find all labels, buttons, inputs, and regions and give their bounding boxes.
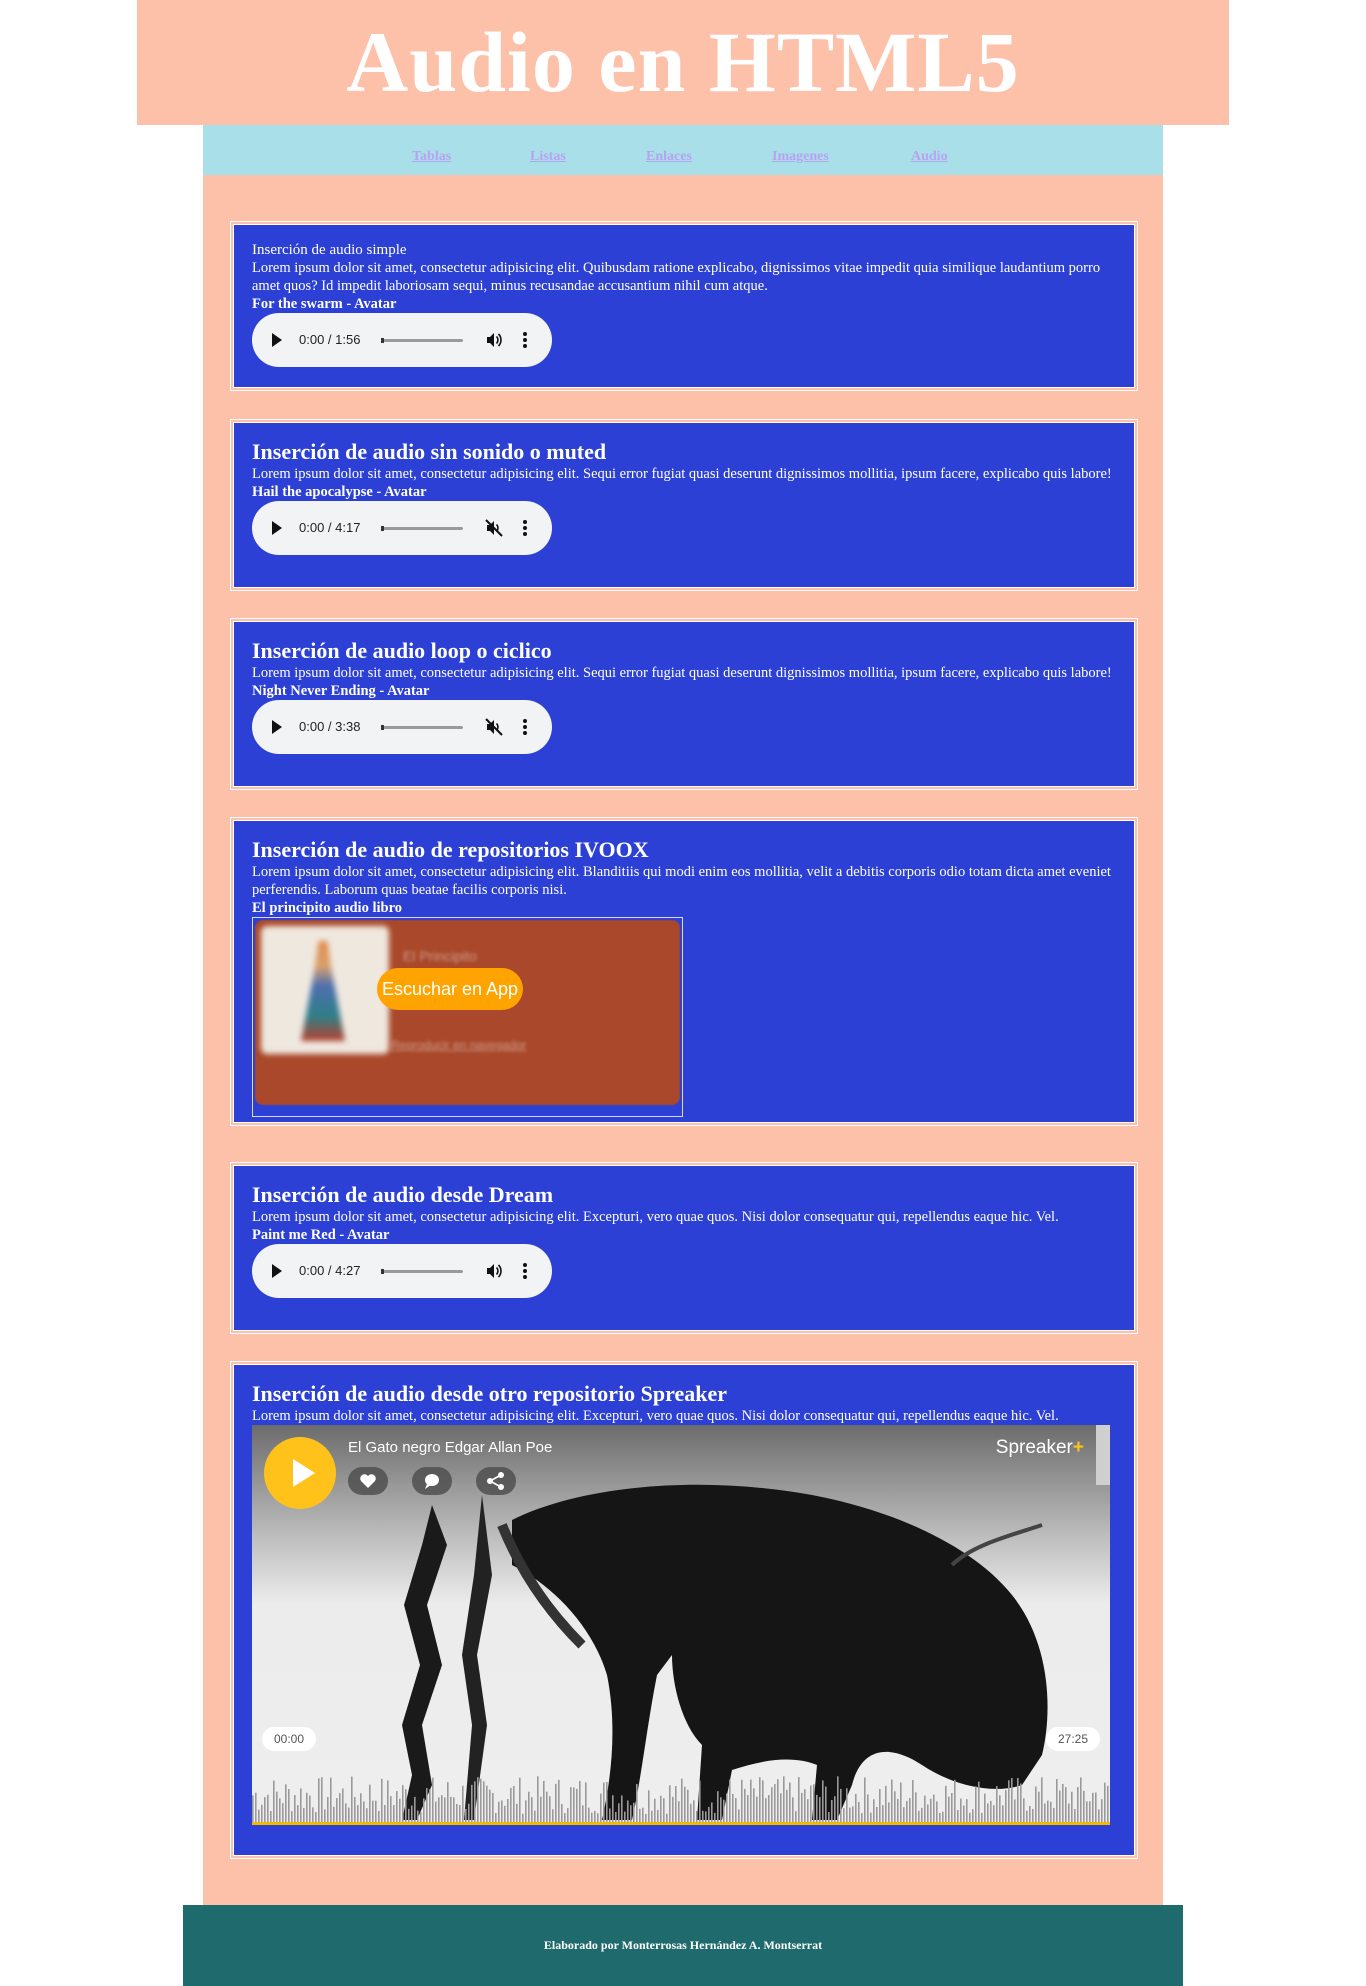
like-icon[interactable]	[348, 1467, 388, 1495]
progress-bar[interactable]	[381, 1269, 463, 1274]
nav-link-imagenes[interactable]: Imagenes	[772, 149, 829, 165]
section-text: Lorem ipsum dolor sit amet, consectetur …	[252, 665, 1112, 681]
share-icon[interactable]	[476, 1467, 516, 1495]
section-title: Inserción de audio simple	[252, 242, 407, 258]
top-nav: Tablas Listas Enlaces Imagenes Audio	[203, 125, 1163, 175]
page-header: Audio en HTML5	[137, 0, 1229, 125]
waveform[interactable]	[252, 1767, 1110, 1822]
muted-volume-icon[interactable]	[484, 518, 504, 538]
nav-link-tablas[interactable]: Tablas	[412, 149, 451, 165]
play-icon[interactable]	[272, 720, 282, 734]
audio-player[interactable]: 0:00 / 3:38	[252, 700, 552, 754]
section-title: Inserción de audio desde otro repositori…	[252, 1381, 728, 1406]
volume-icon[interactable]	[484, 330, 504, 350]
section-text: Lorem ipsum dolor sit amet, consectetur …	[252, 864, 1111, 898]
section-text: Lorem ipsum dolor sit amet, consectetur …	[252, 1209, 1059, 1225]
song-name: El principito audio libro	[252, 900, 403, 916]
nav-link-listas[interactable]: Listas	[530, 149, 566, 165]
footer-credit: Elaborado por Monterrosas Hernández A. M…	[543, 1938, 823, 1952]
main-content: Tablas Listas Enlaces Imagenes Audio Ins…	[203, 125, 1163, 1905]
nav-link-enlaces[interactable]: Enlaces	[646, 149, 692, 165]
section-audio-muted: Inserción de audio sin sonido o muted Lo…	[230, 419, 1138, 591]
section-audio-dream: Inserción de audio desde Dream Lorem ips…	[230, 1162, 1138, 1334]
section-title: Inserción de audio de repositorios IVOOX	[252, 837, 649, 862]
section-audio-simple: Inserción de audio simple Lorem ipsum do…	[230, 221, 1138, 391]
section-text: Lorem ipsum dolor sit amet, consectetur …	[252, 466, 1112, 482]
comment-icon[interactable]	[412, 1467, 452, 1495]
time-display: 0:00 / 1:56	[299, 332, 361, 347]
progress-bar[interactable]	[381, 338, 463, 343]
section-audio-spreaker: Inserción de audio desde otro repositori…	[230, 1361, 1138, 1859]
more-options-icon[interactable]	[523, 332, 527, 348]
listen-in-app-button[interactable]: Escuchar en App	[377, 968, 523, 1010]
page-title: Audio en HTML5	[346, 14, 1020, 110]
episode-title: El Gato negro Edgar Allan Poe	[348, 1439, 553, 1456]
time-display: 0:00 / 3:38	[299, 719, 361, 734]
page-footer: Elaborado por Monterrosas Hernández A. M…	[183, 1905, 1183, 1986]
play-icon[interactable]	[272, 333, 282, 347]
time-display: 0:00 / 4:27	[299, 1263, 361, 1278]
song-name: Night Never Ending - Avatar	[252, 683, 430, 699]
section-audio-ivoox: Inserción de audio de repositorios IVOOX…	[230, 817, 1138, 1126]
spreaker-logo[interactable]: Spreaker+	[996, 1437, 1084, 1459]
song-name: For the swarm - Avatar	[252, 296, 397, 312]
play-icon[interactable]	[272, 1264, 282, 1278]
more-options-icon[interactable]	[523, 1263, 527, 1279]
nav-link-audio[interactable]: Audio	[911, 149, 948, 165]
episode-title: El Principito	[403, 948, 477, 964]
side-tab[interactable]	[1096, 1425, 1110, 1485]
more-options-icon[interactable]	[523, 520, 527, 536]
audio-player[interactable]: 0:00 / 1:56	[252, 313, 552, 367]
audio-player[interactable]: 0:00 / 4:27	[252, 1244, 552, 1298]
more-options-icon[interactable]	[523, 719, 527, 735]
progress-bar[interactable]	[381, 725, 463, 730]
section-title: Inserción de audio desde Dream	[252, 1182, 554, 1207]
muted-volume-icon[interactable]	[484, 717, 504, 737]
book-cover-image	[261, 926, 389, 1054]
play-icon[interactable]	[272, 521, 282, 535]
volume-icon[interactable]	[484, 1261, 504, 1281]
spreaker-embed[interactable]: El Gato negro Edgar Allan Poe Spreaker+ …	[252, 1425, 1110, 1825]
section-title: Inserción de audio loop o ciclico	[252, 638, 552, 663]
play-button[interactable]	[264, 1437, 336, 1509]
time-display: 0:00 / 4:17	[299, 520, 361, 535]
song-name: Paint me Red - Avatar	[252, 1227, 390, 1243]
progress-bar[interactable]	[381, 526, 463, 531]
section-text: Lorem ipsum dolor sit amet, consectetur …	[252, 260, 1101, 294]
section-audio-loop: Inserción de audio loop o ciclico Lorem …	[230, 618, 1138, 790]
ivoox-embed[interactable]: El Principito Reproducir en navegador Es…	[252, 917, 683, 1117]
play-in-browser-link[interactable]: Reproducir en navegador	[391, 1038, 526, 1052]
audio-player[interactable]: 0:00 / 4:17	[252, 501, 552, 555]
current-time: 00:00	[262, 1727, 317, 1751]
total-duration: 27:25	[1045, 1727, 1100, 1751]
section-title: Inserción de audio sin sonido o muted	[252, 439, 607, 464]
song-name: Hail the apocalypse - Avatar	[252, 484, 427, 500]
section-text: Lorem ipsum dolor sit amet, consectetur …	[252, 1408, 1059, 1424]
